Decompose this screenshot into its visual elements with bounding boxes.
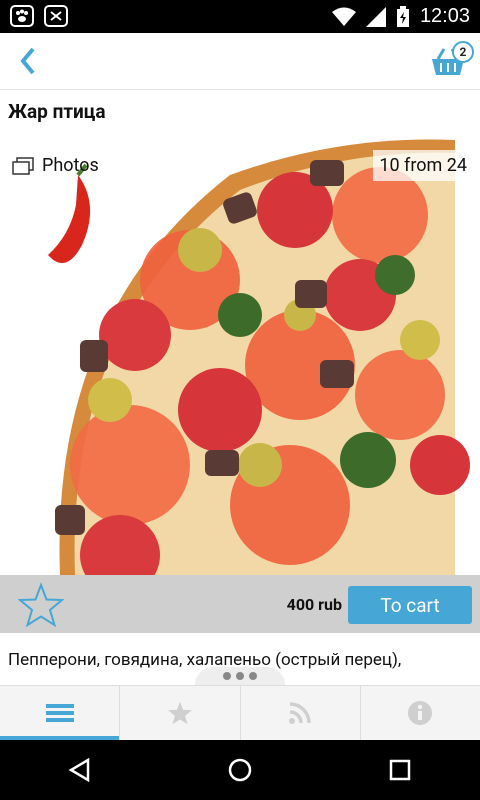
- signal-icon: [365, 6, 386, 27]
- star-outline-icon: [17, 582, 65, 628]
- product-title: Жар птица: [8, 100, 106, 123]
- photos-label: Photos: [42, 155, 99, 176]
- square-recents-icon: [389, 759, 411, 781]
- wifi-icon: [331, 7, 356, 26]
- circle-home-icon: [228, 758, 252, 782]
- pizza-image: [48, 139, 470, 575]
- photos-link[interactable]: Photos: [12, 155, 99, 176]
- tab-info[interactable]: [361, 686, 480, 740]
- clock: 12:03: [419, 5, 470, 27]
- favorite-button[interactable]: [17, 582, 65, 628]
- tab-news[interactable]: [241, 686, 361, 740]
- gallery-icon: [12, 156, 34, 175]
- bottom-tab-bar: [0, 685, 480, 740]
- rss-icon: [289, 702, 311, 724]
- menu-icon: [45, 704, 74, 722]
- tab-menu[interactable]: [0, 686, 121, 740]
- dot: [223, 672, 231, 680]
- star-icon: [168, 701, 192, 725]
- system-nav-bar: [0, 740, 480, 800]
- expand-handle[interactable]: [195, 667, 285, 685]
- dot: [249, 672, 257, 680]
- status-bar: 12:03: [0, 0, 480, 33]
- info-icon: [408, 701, 433, 725]
- dot: [236, 672, 244, 680]
- product-photo[interactable]: Photos 10 from 24: [0, 135, 480, 575]
- chevron-left-icon: [20, 47, 35, 75]
- cart-count-badge: 2: [452, 41, 474, 63]
- battery-icon: [396, 5, 409, 27]
- to-cart-button[interactable]: To cart: [348, 586, 472, 624]
- nav-recents-button[interactable]: [376, 746, 424, 794]
- photo-counter: 10 from 24: [373, 150, 473, 181]
- back-button[interactable]: [10, 43, 46, 79]
- tab-favorites[interactable]: [120, 686, 241, 740]
- cart-button[interactable]: 2: [428, 41, 474, 81]
- nav-home-button[interactable]: [216, 746, 264, 794]
- price-bar: 400 rub To cart: [0, 575, 480, 633]
- triangle-back-icon: [68, 758, 90, 782]
- product-price: 400 rub: [286, 595, 342, 614]
- app-bar: 2: [0, 33, 480, 90]
- shield-icon: [44, 5, 68, 27]
- paw-icon: [10, 5, 34, 27]
- nav-back-button[interactable]: [56, 746, 104, 794]
